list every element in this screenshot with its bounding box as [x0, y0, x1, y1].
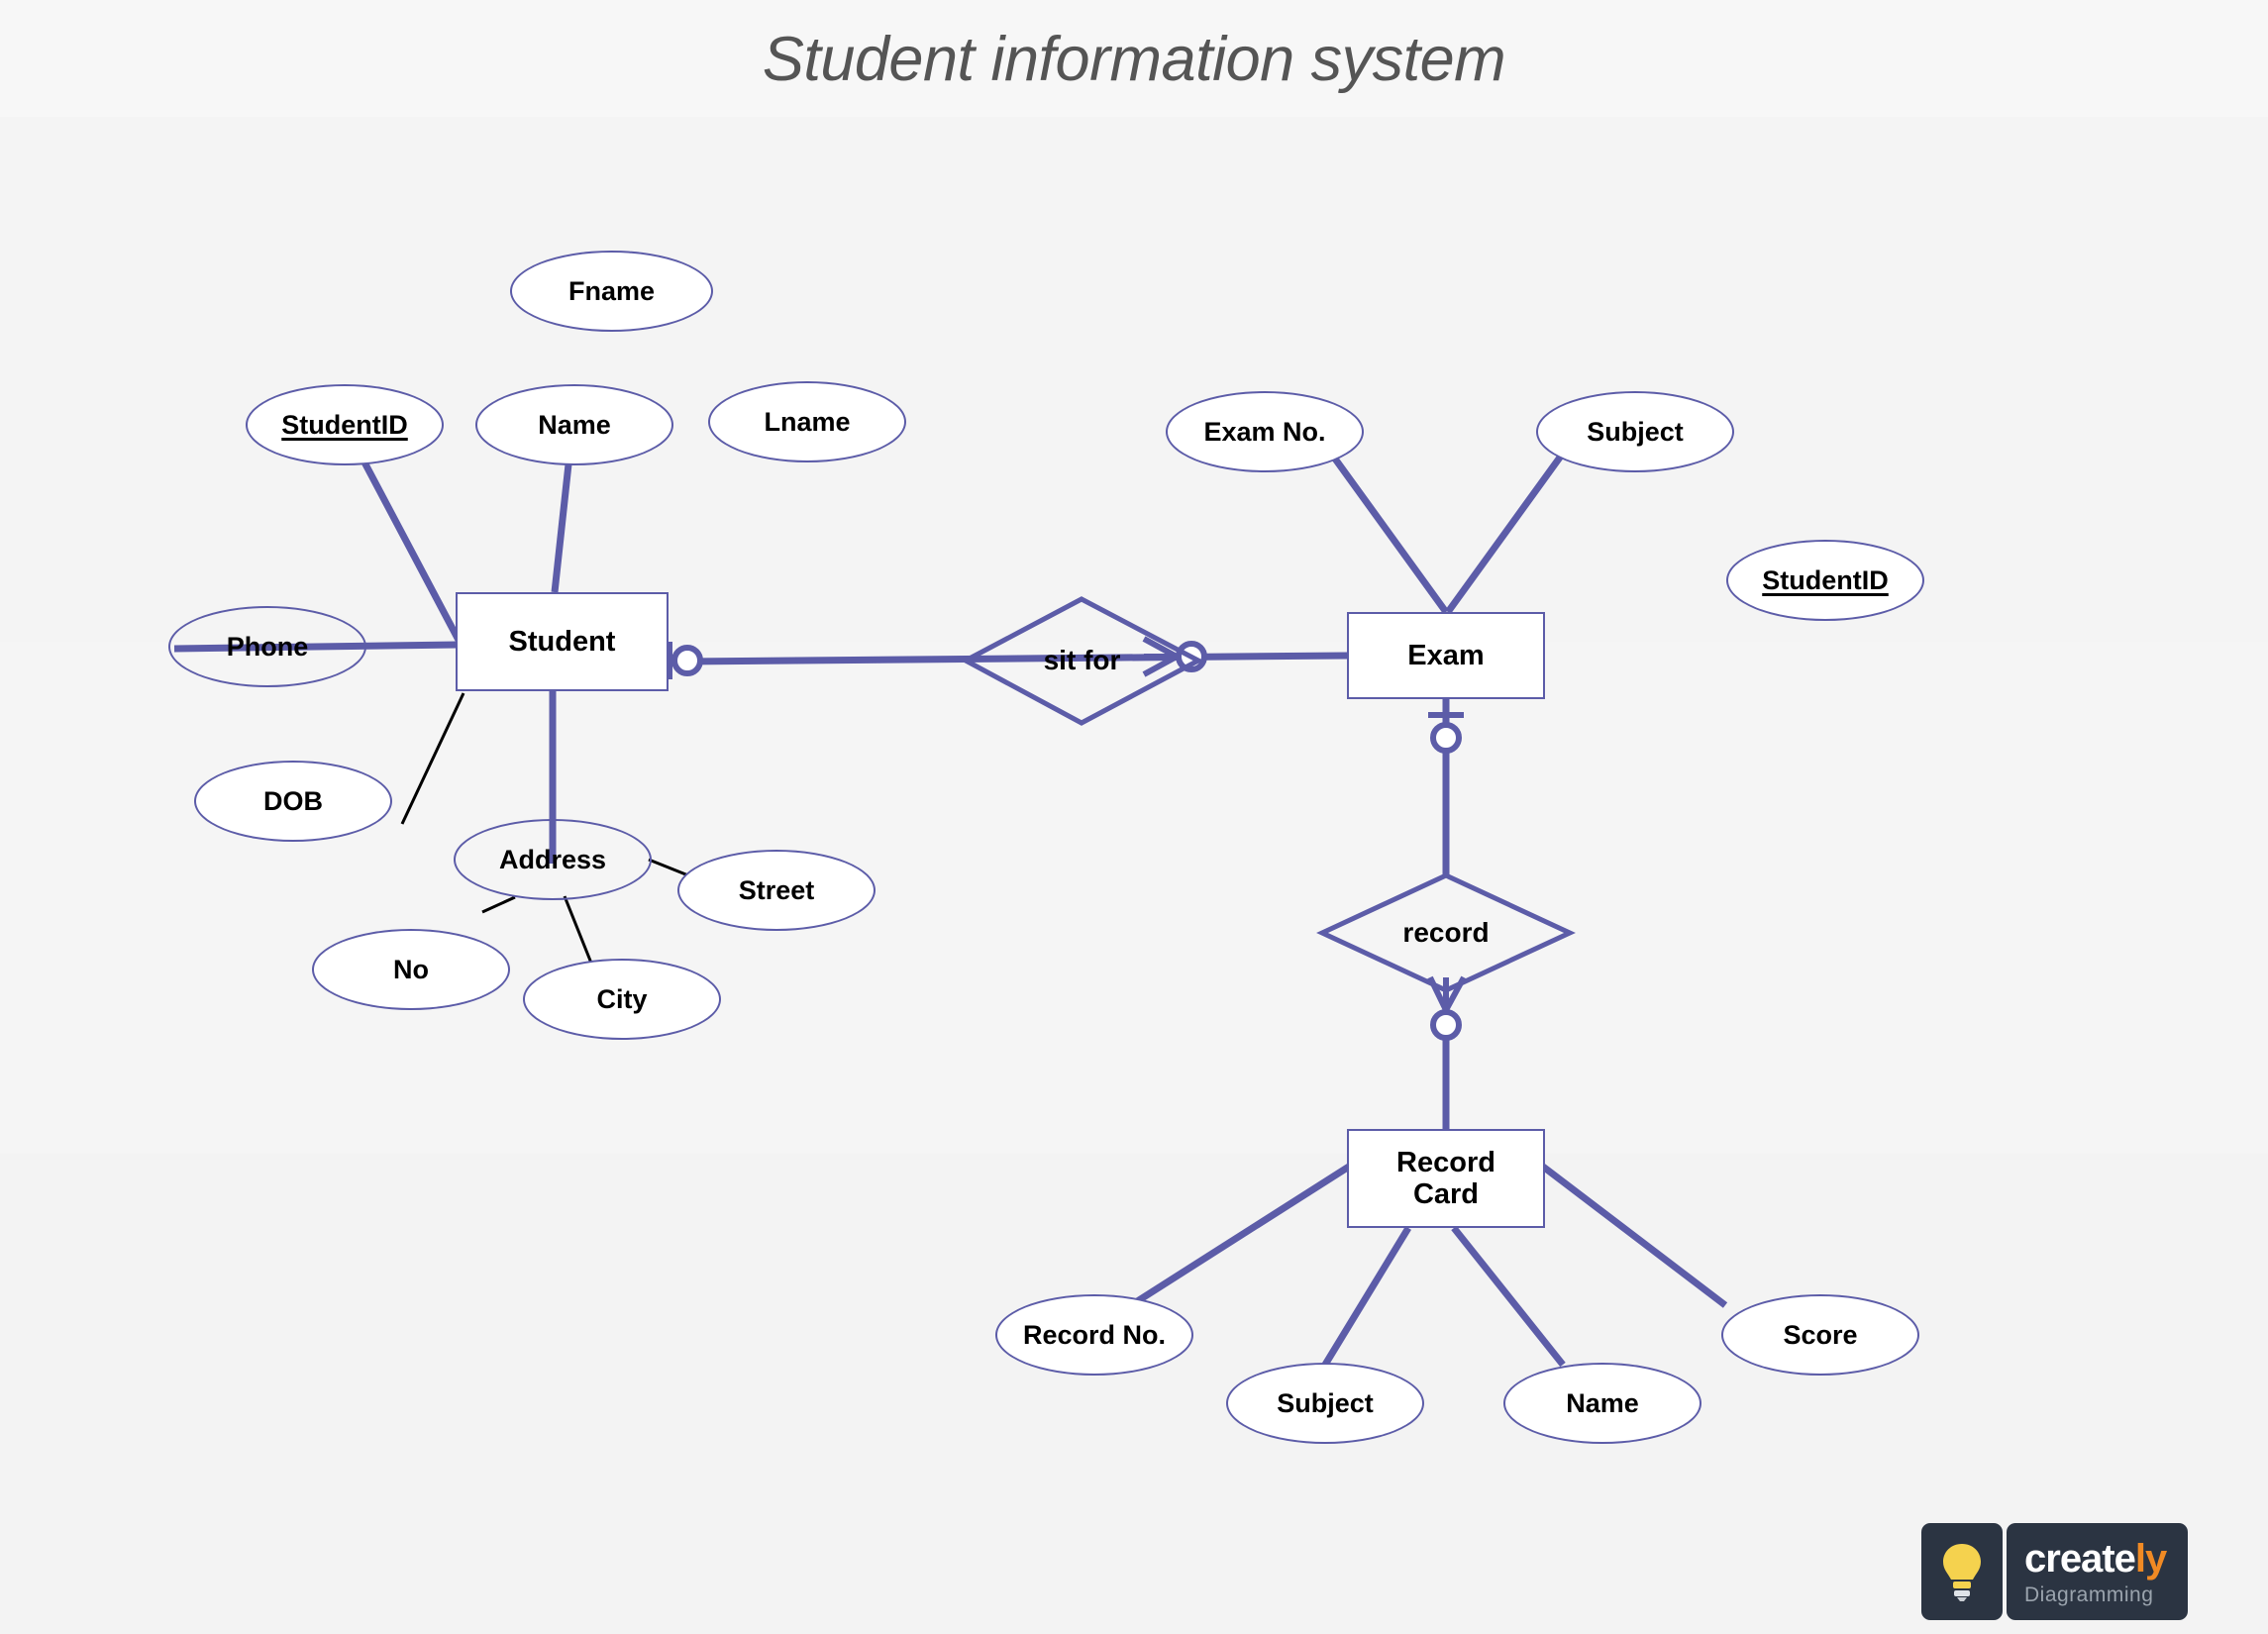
attribute-studentid-student[interactable]: StudentID: [246, 384, 444, 465]
edge-subjectrc-card: [1322, 1226, 1411, 1367]
relationship-record-shape: [1316, 872, 1576, 993]
edge-examno-exam: [1321, 441, 1449, 615]
attribute-name-record-card[interactable]: Name: [1503, 1363, 1701, 1444]
attribute-subject-record-card[interactable]: Subject: [1226, 1363, 1424, 1444]
attribute-subject-exam[interactable]: Subject: [1536, 391, 1734, 472]
edge-subject-exam: [1445, 441, 1573, 615]
attribute-label: Lname: [764, 406, 851, 437]
watermark-brand-last: ly: [2134, 1536, 2167, 1581]
attribute-label: Record No.: [1022, 1319, 1167, 1350]
lightbulb-icon: [1943, 1544, 1981, 1601]
edge-namerc-card: [1451, 1225, 1566, 1368]
page-title: Student information system: [762, 25, 1506, 94]
watermark-brand-first: create: [2024, 1536, 2136, 1581]
attribute-lname[interactable]: Lname: [708, 381, 906, 462]
attribute-label: Exam No.: [1203, 416, 1326, 447]
edge-recordno-card: [1129, 1164, 1351, 1308]
attribute-label: Phone: [226, 631, 309, 662]
attribute-label: Street: [738, 874, 815, 905]
attribute-exam-no[interactable]: Exam No.: [1166, 391, 1364, 472]
creately-watermark[interactable]: creately Diagramming: [1921, 1523, 2189, 1620]
attribute-label: Address: [498, 844, 607, 874]
attribute-label: StudentID: [1762, 564, 1889, 595]
attribute-label: Subject: [1587, 416, 1684, 447]
attribute-label: Fname: [567, 275, 656, 306]
attribute-city[interactable]: City: [523, 959, 721, 1040]
attribute-label: No: [393, 954, 429, 984]
watermark-text-badge: creately Diagramming: [2007, 1523, 2189, 1620]
cardinality-student-sitfor: [667, 642, 703, 679]
relationship-sit-for-shape: [960, 596, 1204, 726]
attribute-street[interactable]: Street: [677, 850, 876, 931]
entity-label: Student: [508, 625, 616, 658]
attribute-score[interactable]: Score: [1721, 1294, 1919, 1376]
attribute-label: DOB: [263, 785, 323, 816]
attribute-fname[interactable]: Fname: [510, 251, 713, 332]
entity-student[interactable]: Student: [456, 592, 669, 691]
attribute-dob[interactable]: DOB: [194, 761, 392, 842]
edge-address-no: [481, 895, 516, 914]
attribute-label: Name: [1566, 1387, 1639, 1418]
edge-score-card: [1540, 1164, 1728, 1308]
entity-label: Exam: [1407, 639, 1485, 671]
watermark-tagline: Diagramming: [2024, 1583, 2154, 1606]
edge-address-city: [563, 895, 596, 971]
edge-dob-student: [400, 692, 465, 825]
attribute-record-no[interactable]: Record No.: [995, 1294, 1193, 1376]
entity-label: Record Card: [1396, 1146, 1495, 1210]
entity-record-card[interactable]: Record Card: [1347, 1129, 1545, 1228]
watermark-icon-badge: [1921, 1523, 2003, 1620]
attribute-no[interactable]: No: [312, 929, 510, 1010]
attribute-label: Name: [538, 409, 611, 440]
diagram-canvas: Student information system Fname Lname S…: [0, 0, 2268, 1634]
attribute-address[interactable]: Address: [454, 819, 652, 900]
attribute-label: City: [596, 983, 648, 1014]
attribute-label: Subject: [1277, 1387, 1374, 1418]
attribute-studentid-standalone[interactable]: StudentID: [1726, 540, 1924, 621]
attribute-name[interactable]: Name: [475, 384, 673, 465]
attribute-label: StudentID: [281, 409, 408, 440]
watermark-brand: creately: [2024, 1536, 2167, 1581]
attribute-phone[interactable]: Phone: [168, 606, 366, 687]
entity-exam[interactable]: Exam: [1347, 612, 1545, 699]
attribute-label: Score: [1783, 1319, 1858, 1350]
